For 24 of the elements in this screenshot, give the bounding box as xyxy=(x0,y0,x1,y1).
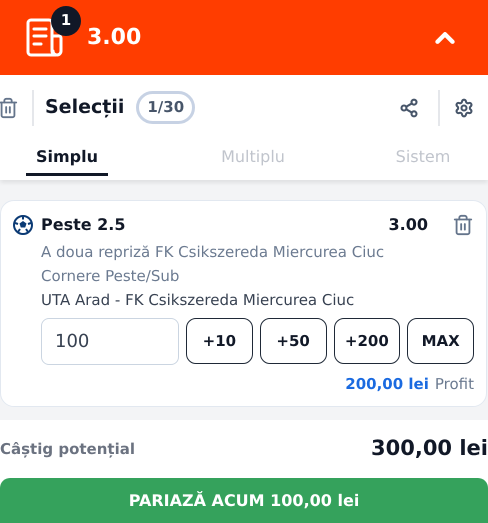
football-icon xyxy=(13,215,33,235)
profit-value: 200,00 lei xyxy=(345,374,429,395)
market-detail: Cornere Peste/Sub xyxy=(41,266,180,287)
match-name: UTA Arad - FK Csikszereda Miercurea Ciuc xyxy=(41,290,356,311)
quick-stake-button[interactable]: +200 xyxy=(334,318,400,364)
quick-stake-button[interactable]: +50 xyxy=(260,318,326,364)
profit-label: Profit xyxy=(434,374,474,395)
market-detail: A doua repriză FK Csikszereda Miercurea Ciuc xyxy=(41,242,386,263)
clear-all-button[interactable] xyxy=(0,96,19,118)
selections-title: Selecții xyxy=(45,95,124,120)
bet-type-tab[interactable]: Simplu xyxy=(26,140,108,176)
potential-win-value: 300,00 lei xyxy=(371,435,488,462)
market-title: Peste 2.5 xyxy=(41,214,126,236)
settings-icon[interactable] xyxy=(454,98,474,118)
quick-stake-button[interactable]: MAX xyxy=(407,318,474,364)
bet-odds: 3.00 xyxy=(388,214,428,236)
share-icon[interactable] xyxy=(399,98,419,118)
potential-win-label: Câștig potențial xyxy=(0,438,135,460)
remove-bet-button[interactable] xyxy=(452,214,474,236)
selections-count: 1/30 xyxy=(136,91,196,124)
count-badge: 1 xyxy=(51,6,81,36)
stake-field[interactable]: 100 xyxy=(41,318,179,365)
quick-stake-button[interactable]: +10 xyxy=(186,318,253,364)
total-odds: 3.00 xyxy=(87,24,142,52)
